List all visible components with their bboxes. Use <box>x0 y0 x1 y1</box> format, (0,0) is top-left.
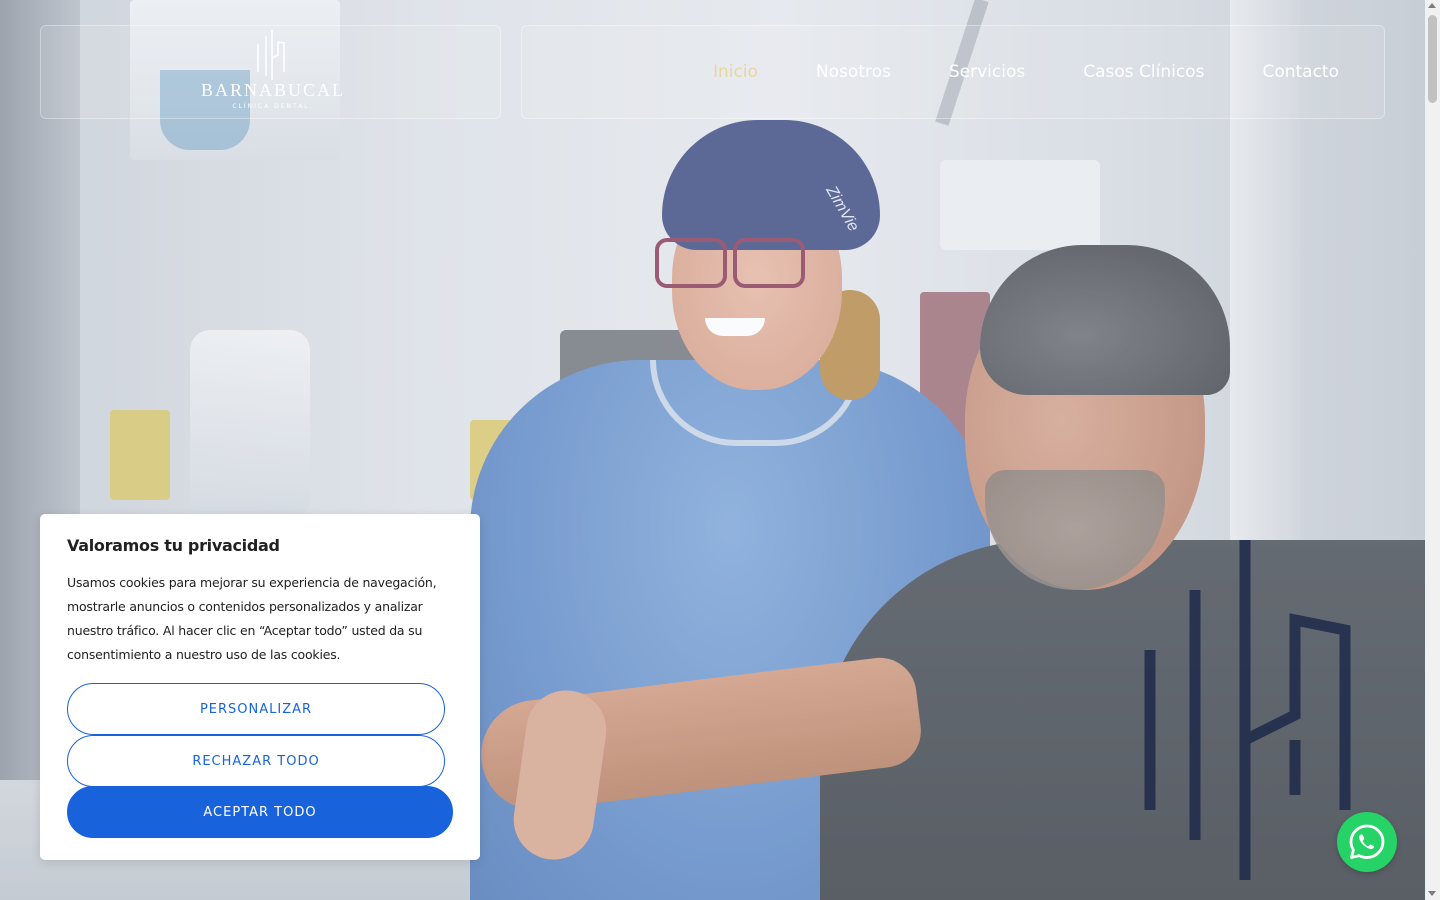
customize-button[interactable]: PERSONALIZAR <box>67 683 445 735</box>
reject-all-button[interactable]: RECHAZAR TODO <box>67 735 445 787</box>
site-logo[interactable]: BARNABUCAL CLÍNICA DENTAL <box>201 28 346 110</box>
nav-item-casos-clinicos[interactable]: Casos Clínicos <box>1083 62 1204 82</box>
cookie-title: Valoramos tu privacidad <box>67 536 280 555</box>
nav-item-contacto[interactable]: Contacto <box>1262 62 1339 82</box>
page-scrollbar[interactable] <box>1425 0 1440 900</box>
logo-mark-icon <box>257 30 285 80</box>
logo-watermark-icon <box>1144 540 1351 880</box>
whatsapp-icon <box>1349 824 1385 859</box>
accept-all-button[interactable]: ACEPTAR TODO <box>67 786 453 838</box>
logo-brand-name: BARNABUCAL <box>201 80 346 100</box>
whatsapp-button[interactable] <box>1337 812 1397 872</box>
cookie-consent-banner: Valoramos tu privacidad Usamos cookies p… <box>40 514 480 860</box>
logo-container: BARNABUCAL CLÍNICA DENTAL <box>40 25 501 119</box>
cookie-description: Usamos cookies para mejorar su experienc… <box>67 575 437 662</box>
scroll-down-arrow-icon[interactable] <box>1428 891 1436 896</box>
logo-tagline: CLÍNICA DENTAL <box>232 103 310 110</box>
nav-menu: Inicio Nosotros Servicios Casos Clínicos… <box>655 26 1339 118</box>
nav-item-servicios[interactable]: Servicios <box>949 62 1025 82</box>
scrollbar-thumb[interactable] <box>1428 15 1437 103</box>
scroll-up-arrow-icon[interactable] <box>1428 3 1436 8</box>
main-navigation: Inicio Nosotros Servicios Casos Clínicos… <box>521 25 1385 119</box>
nav-item-nosotros[interactable]: Nosotros <box>816 62 891 82</box>
nav-item-inicio[interactable]: Inicio <box>713 62 758 82</box>
